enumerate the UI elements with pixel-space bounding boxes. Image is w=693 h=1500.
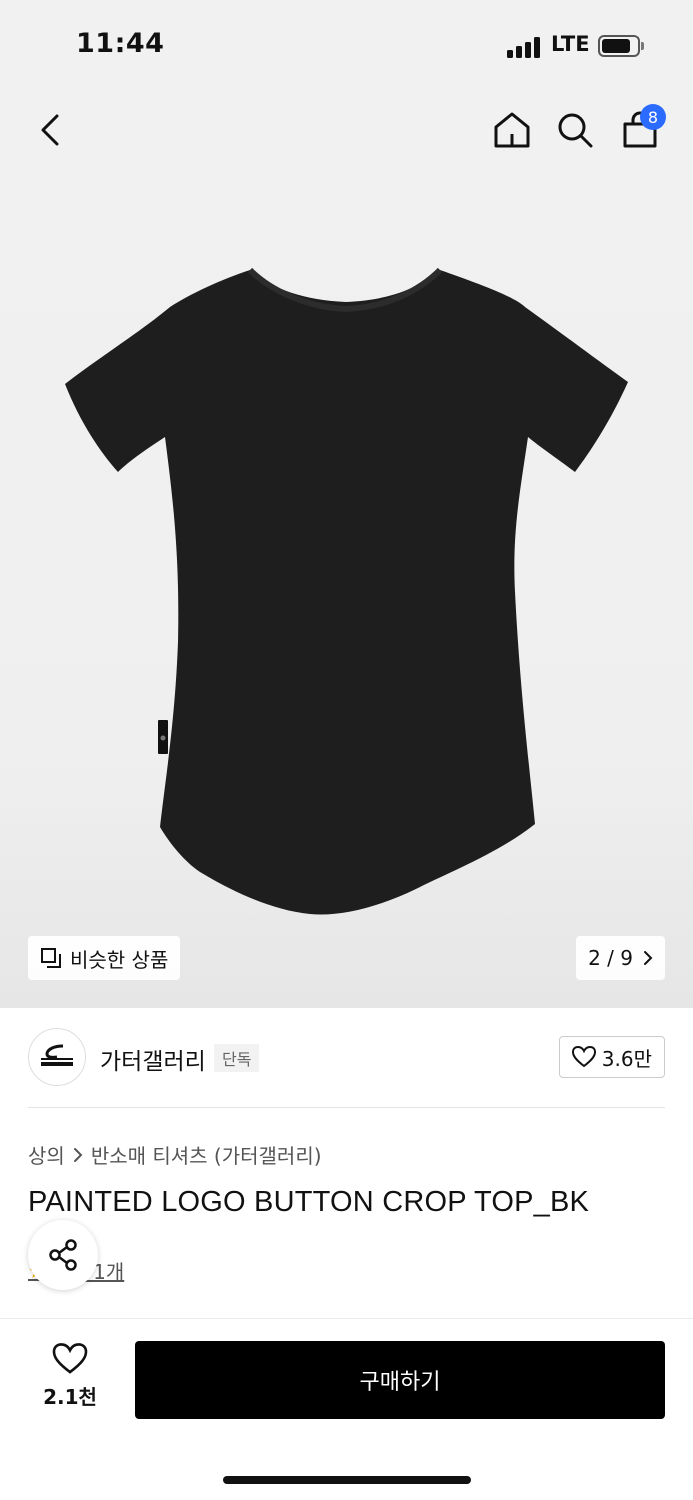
brand-like-count: 3.6만	[601, 1046, 652, 1071]
similar-products-button[interactable]: 비슷한 상품	[28, 936, 181, 980]
network-label: LTE	[551, 32, 590, 56]
brand-name[interactable]: 가터갤러리	[100, 1042, 206, 1076]
breadcrumb-category[interactable]: 상의	[28, 1140, 65, 1169]
nav-bar: 8	[0, 92, 693, 172]
status-time: 11:44	[76, 28, 165, 59]
home-indicator[interactable]	[223, 1476, 471, 1484]
back-button[interactable]	[22, 102, 78, 158]
search-icon	[558, 113, 593, 148]
home-icon	[494, 112, 530, 148]
brand-like-button[interactable]: 3.6만	[558, 1036, 665, 1078]
bottom-action-bar: 2.1천 구매하기	[0, 1318, 693, 1500]
similar-products-icon	[41, 948, 61, 968]
buy-button[interactable]: 구매하기	[135, 1341, 665, 1419]
divider	[28, 1107, 665, 1108]
signal-icon	[507, 36, 543, 58]
exclusive-badge: 단독	[214, 1044, 260, 1072]
product-image-gallery[interactable]: 비슷한 상품 2 / 9	[0, 172, 693, 1008]
brand-logo[interactable]	[28, 1028, 86, 1086]
share-icon	[49, 1239, 77, 1271]
brand-row: 가터갤러리 단독 3.6만	[0, 1008, 693, 1108]
image-counter: 2 / 9	[588, 946, 633, 970]
brand-logo-mark	[41, 1044, 73, 1066]
similar-products-label: 비슷한 상품	[70, 947, 169, 972]
product-image	[65, 267, 628, 915]
share-button[interactable]	[28, 1220, 98, 1290]
product-title: PAINTED LOGO BUTTON CROP TOP_BK	[28, 1186, 590, 1218]
chevron-right-icon	[73, 1147, 83, 1162]
heart-icon	[52, 1343, 88, 1374]
search-button[interactable]	[547, 102, 603, 158]
image-counter-button[interactable]: 2 / 9	[576, 936, 665, 980]
home-button[interactable]	[484, 102, 540, 158]
chevron-right-icon	[644, 951, 653, 965]
cart-count-badge: 8	[640, 104, 666, 130]
cart-button[interactable]: 8	[612, 102, 668, 158]
battery-icon	[598, 35, 644, 57]
breadcrumb-subcategory[interactable]: 반소매 티셔츠 (가터갤러리)	[91, 1140, 322, 1169]
wishlist-button[interactable]: 2.1천	[30, 1343, 110, 1413]
back-icon	[41, 114, 59, 146]
breadcrumb: 상의 반소매 티셔츠 (가터갤러리)	[28, 1140, 322, 1169]
heart-icon	[571, 1046, 596, 1068]
wishlist-count: 2.1천	[43, 1385, 97, 1409]
status-bar: 11:44 LTE	[0, 0, 693, 92]
